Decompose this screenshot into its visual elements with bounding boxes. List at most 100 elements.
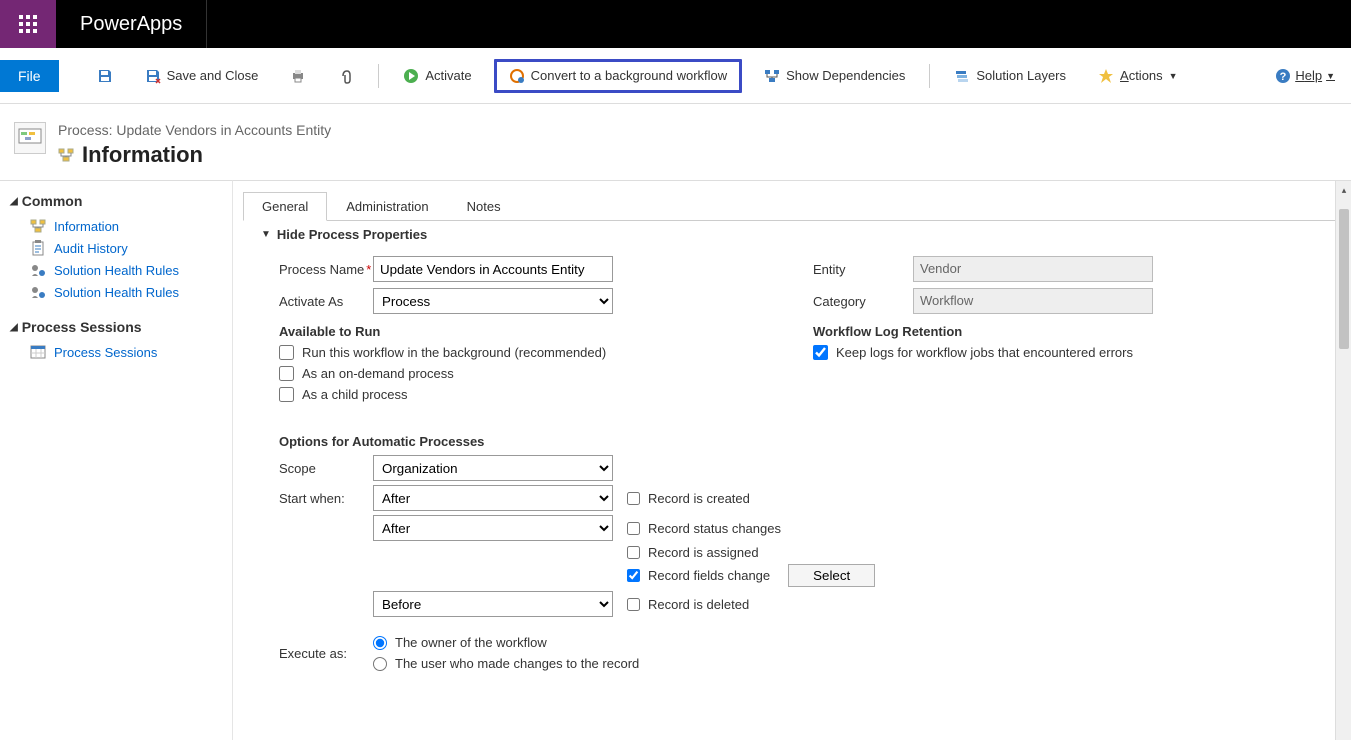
keep-logs-label: Keep logs for workflow jobs that encount… — [836, 345, 1133, 360]
app-name: PowerApps — [56, 0, 207, 48]
category-label: Category — [813, 294, 913, 309]
entity-display: Vendor — [913, 256, 1153, 282]
solution-layers-button[interactable]: Solution Layers — [944, 62, 1076, 90]
health-icon — [30, 284, 46, 300]
sidebar-item-label: Solution Health Rules — [54, 263, 179, 278]
convert-icon — [509, 68, 525, 84]
sidebar-item-process-sessions[interactable]: Process Sessions — [6, 341, 226, 363]
record-status-checkbox[interactable] — [627, 522, 640, 535]
main-panel: General Administration Notes ▼ Hide Proc… — [232, 180, 1351, 740]
convert-button[interactable]: Convert to a background workflow — [494, 59, 743, 93]
convert-label: Convert to a background workflow — [531, 68, 728, 83]
record-created-label: Record is created — [648, 491, 750, 506]
on-demand-checkbox[interactable] — [279, 366, 294, 381]
execute-owner-label: The owner of the workflow — [395, 635, 547, 650]
entity-label: Entity — [813, 262, 913, 277]
tab-general[interactable]: General — [243, 192, 327, 221]
file-button[interactable]: File — [0, 60, 59, 92]
separator — [929, 64, 930, 88]
start-when-label: Start when: — [243, 491, 373, 506]
activate-label: Activate — [425, 68, 471, 83]
solution-layers-label: Solution Layers — [976, 68, 1066, 83]
process-name-field[interactable] — [373, 256, 613, 282]
actions-menu[interactable]: Actions ▼ — [1088, 62, 1188, 90]
print-icon — [290, 68, 306, 84]
hide-properties-toggle[interactable]: ▼ Hide Process Properties — [261, 227, 1341, 242]
page-header: Process: Update Vendors in Accounts Enti… — [0, 104, 1351, 180]
scope-select[interactable]: Organization — [373, 455, 613, 481]
print-button[interactable] — [280, 62, 316, 90]
workflow-small-icon — [30, 218, 46, 234]
sidebar-item-audit-history[interactable]: Audit History — [6, 237, 226, 259]
activate-as-label: Activate As — [243, 294, 373, 309]
app-launcher-icon[interactable] — [0, 0, 56, 48]
sidebar-group-process-sessions[interactable]: ◢ Process Sessions — [6, 313, 226, 341]
show-deps-button[interactable]: Show Dependencies — [754, 62, 915, 90]
execute-user-label: The user who made changes to the record — [395, 656, 639, 671]
sidebar-item-solution-health-1[interactable]: Solution Health Rules — [6, 259, 226, 281]
help-label: Help — [1295, 68, 1322, 83]
attach-button[interactable] — [328, 62, 364, 90]
category-display: Workflow — [913, 288, 1153, 314]
sidebar-group-label: Common — [22, 193, 83, 209]
execute-as-label: Execute as: — [243, 646, 373, 661]
on-demand-label: As an on-demand process — [302, 366, 454, 381]
scope-label: Scope — [243, 461, 373, 476]
actions-icon — [1098, 68, 1114, 84]
show-deps-label: Show Dependencies — [786, 68, 905, 83]
save-close-button[interactable]: Save and Close — [135, 62, 269, 90]
chevron-down-icon: ▼ — [1326, 71, 1335, 81]
record-deleted-checkbox[interactable] — [627, 598, 640, 611]
deps-icon — [764, 68, 780, 84]
sidebar-item-information[interactable]: Information — [6, 215, 226, 237]
chevron-down-icon: ▼ — [1169, 71, 1178, 81]
run-background-label: Run this workflow in the background (rec… — [302, 345, 606, 360]
record-created-checkbox[interactable] — [627, 492, 640, 505]
command-bar: File Save and Close Activate Convert to … — [0, 48, 1351, 104]
child-process-checkbox[interactable] — [279, 387, 294, 402]
start-after1-select[interactable]: After — [373, 485, 613, 511]
workflow-small-icon — [58, 147, 74, 163]
tab-bar: General Administration Notes — [243, 191, 1341, 221]
save-icon — [97, 68, 113, 84]
sidebar-item-solution-health-2[interactable]: Solution Health Rules — [6, 281, 226, 303]
child-process-label: As a child process — [302, 387, 408, 402]
activate-button[interactable]: Activate — [393, 62, 481, 90]
tab-administration[interactable]: Administration — [327, 192, 447, 221]
top-bar: PowerApps — [0, 0, 1351, 48]
activate-icon — [403, 68, 419, 84]
clipboard-icon — [30, 240, 46, 256]
caret-down-icon: ◢ — [10, 196, 18, 207]
paperclip-icon — [338, 68, 354, 84]
scroll-thumb[interactable] — [1339, 209, 1349, 349]
activate-as-select[interactable]: Process — [373, 288, 613, 314]
start-before-select[interactable]: Before — [373, 591, 613, 617]
execute-owner-radio[interactable] — [373, 636, 387, 650]
grid-icon — [30, 344, 46, 360]
scrollbar[interactable]: ▴ — [1335, 181, 1351, 740]
breadcrumb: Process: Update Vendors in Accounts Enti… — [58, 122, 331, 138]
save-button[interactable] — [87, 62, 123, 90]
start-after2-select[interactable]: After — [373, 515, 613, 541]
sidebar-item-label: Solution Health Rules — [54, 285, 179, 300]
record-assigned-checkbox[interactable] — [627, 546, 640, 559]
keep-logs-checkbox[interactable] — [813, 345, 828, 360]
layers-icon — [954, 68, 970, 84]
options-heading: Options for Automatic Processes — [279, 434, 1341, 449]
page-title: Information — [82, 142, 203, 168]
help-link[interactable]: ? Help ▼ — [1275, 68, 1335, 84]
sidebar-group-common[interactable]: ◢ Common — [6, 187, 226, 215]
record-status-label: Record status changes — [648, 521, 781, 536]
toggle-label: Hide Process Properties — [277, 227, 427, 242]
save-close-icon — [145, 68, 161, 84]
tab-notes[interactable]: Notes — [448, 192, 520, 221]
record-fields-checkbox[interactable] — [627, 569, 640, 582]
sidebar-item-label: Audit History — [54, 241, 128, 256]
wlr-heading: Workflow Log Retention — [813, 324, 1341, 339]
select-fields-button[interactable]: Select — [788, 564, 875, 587]
sidebar-item-label: Process Sessions — [54, 345, 157, 360]
record-deleted-label: Record is deleted — [648, 597, 749, 612]
run-background-checkbox[interactable] — [279, 345, 294, 360]
sidebar-group-label: Process Sessions — [22, 319, 142, 335]
execute-user-radio[interactable] — [373, 657, 387, 671]
